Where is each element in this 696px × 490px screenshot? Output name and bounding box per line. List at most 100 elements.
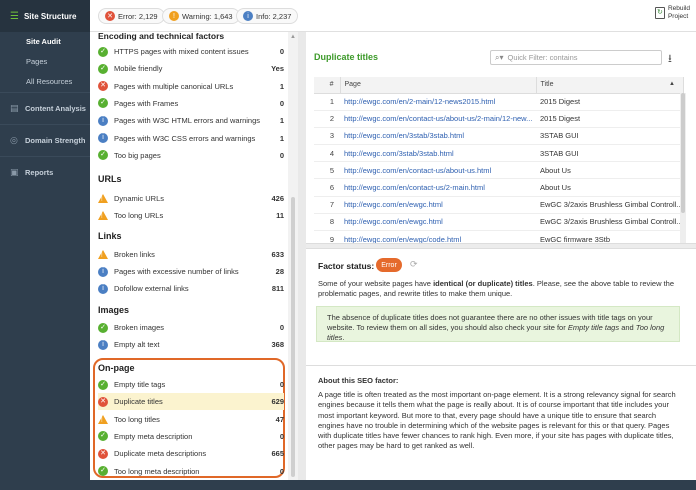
factor-label: Too long titles (114, 414, 160, 424)
factor-row[interactable]: ✓ Pages with Frames 0 (98, 95, 284, 112)
status-badge: Error (376, 258, 402, 272)
factor-count: 426 (271, 194, 284, 203)
factor-count: 0 (279, 47, 284, 56)
scrollbar-thumb[interactable] (291, 197, 295, 477)
factor-count: 665 (271, 449, 284, 459)
site-structure-icon: ☰ (10, 10, 19, 22)
row-number-cell: 8 (314, 213, 340, 232)
column-header-number[interactable]: # (314, 77, 341, 94)
sidebar-item-site-structure[interactable]: ☰ Site Structure (0, 0, 90, 32)
table-scrollbar[interactable] (680, 93, 686, 243)
page-url-cell[interactable]: http://ewgc.com/en/contact-us/about-us.h… (340, 161, 536, 180)
error-count-badge[interactable]: ✕ Error: 2,129 (98, 8, 165, 24)
factor-row[interactable]: ! Broken links 633 (98, 246, 284, 263)
page-url-cell[interactable]: http://ewgc.com/en/2-main/12-news2015.ht… (340, 93, 536, 111)
factor-row[interactable]: i Pages with excessive number of links 28 (98, 263, 284, 280)
download-icon[interactable]: ⭳ (668, 50, 672, 69)
factor-row[interactable]: ✓ Broken images 0 (98, 319, 284, 336)
table-row[interactable]: 4 http://ewgc.com/3stab/3stab.html 3STAB G… (314, 144, 684, 163)
rebuild-icon: ↻ (654, 7, 665, 19)
horizontal-splitter[interactable] (306, 243, 696, 249)
scroll-up-arrow-icon[interactable]: ▲ (290, 34, 296, 40)
table-row[interactable]: 2 http://ewgc.com/en/contact-us/about-us/… (314, 110, 684, 128)
factor-label: Empty meta description (114, 431, 193, 441)
factor-row[interactable]: i Pages with W3C CSS errors and warnings 1 (98, 130, 284, 147)
page-url-cell[interactable]: http://ewgc.com/en/ewgc.html (340, 196, 536, 214)
quick-filter-input[interactable]: ⌕▾ Quick Filter: contains (490, 50, 662, 65)
factor-row[interactable]: ✕ Duplicate titles 629 (98, 393, 284, 411)
table-header-row: # Page Title ▲ (314, 77, 684, 94)
factor-row[interactable]: ✓ Empty title tags 0 (98, 376, 284, 393)
factor-row[interactable]: i Empty alt text 368 (98, 336, 284, 353)
sidebar-item-all-resources[interactable]: All Resources (0, 72, 90, 92)
factor-label: Too long URLs (114, 211, 164, 220)
sidebar-item-reports[interactable]: ▣ Reports (0, 156, 90, 188)
rebuild-project-button[interactable]: ↻ Rebuild Project (654, 5, 690, 21)
page-url-cell[interactable]: http://ewgc.com/en/ewgc.html (340, 213, 536, 232)
factor-count: 0 (279, 431, 284, 441)
about-factor-heading: About this SEO factor: (318, 376, 399, 385)
column-header-title[interactable]: Title ▲ (536, 77, 684, 94)
column-header-title-label: Title (540, 81, 554, 89)
page-title-cell: 3STAB GUI (536, 144, 684, 163)
top-bar: ✕ Error: 2,129 ! Warning: 1,643 i Info: … (90, 0, 696, 32)
factor-row[interactable]: ! Dynamic URLs 426 (98, 190, 284, 207)
row-number-cell: 2 (314, 110, 340, 128)
page-url-cell[interactable]: http://ewgc.com/en/contact-us/about-us/2… (340, 110, 536, 128)
table-row[interactable]: 5 http://ewgc.com/en/contact-us/about-us.… (314, 161, 684, 180)
page-url-cell[interactable]: http://ewgc.com/3stab/3stab.html (340, 144, 536, 163)
page-url-cell[interactable]: http://ewgc.com/en/3stab/3stab.html (340, 127, 536, 146)
row-number-cell: 6 (314, 178, 340, 197)
sidebar-item-domain-strength[interactable]: ◎ Domain Strength (0, 124, 90, 156)
factor-row[interactable]: ! Too long URLs 11 (98, 207, 284, 224)
sidebar-section-label: Content Analysis (25, 104, 86, 113)
factor-list-scrollbar[interactable]: ▲ (288, 32, 298, 480)
duplicate-titles-table: # Page Title ▲ 1 http://ewgc.com/en/2-mai… (314, 77, 684, 249)
factor-label: HTTPS pages with mixed content issues (114, 47, 249, 56)
factor-label: Pages with W3C CSS errors and warnings (114, 133, 256, 143)
table-row[interactable]: 8 http://ewgc.com/en/ewgc.html EwGC 3/2axi… (314, 213, 684, 232)
column-header-page[interactable]: Page (340, 77, 537, 94)
factor-row[interactable]: i Dofollow external links 811 (98, 280, 284, 297)
factor-count: 0 (279, 466, 284, 476)
sidebar-item-site-audit[interactable]: Site Audit (0, 32, 90, 52)
sidebar-item-content-analysis[interactable]: ▤ Content Analysis (0, 92, 90, 124)
sidebar-header-label: Site Structure (23, 11, 77, 21)
factor-row[interactable]: ✓ Too big pages 0 (98, 147, 284, 164)
sidebar-item-pages[interactable]: Pages (0, 52, 90, 72)
sidebar-section-label: Domain Strength (25, 136, 86, 145)
factor-status-description: Some of your website pages have identica… (318, 279, 678, 299)
section-heading-encoding: Encoding and technical factors (98, 32, 225, 41)
table-row[interactable]: 7 http://ewgc.com/en/ewgc.html EwGC 3/2axi… (314, 196, 684, 214)
check-icon: ✓ (98, 46, 108, 57)
factor-count: 0 (279, 323, 284, 332)
table-row[interactable]: 1 http://ewgc.com/en/2-main/12-news2015.h… (314, 93, 684, 111)
warning-count-badge[interactable]: ! Warning: 1,643 (162, 8, 240, 24)
page-title: Duplicate titles (314, 52, 379, 62)
factor-row[interactable]: ✕ Pages with multiple canonical URLs 1 (98, 78, 284, 95)
table-row[interactable]: 3 http://ewgc.com/en/3stab/3stab.html 3STA… (314, 127, 684, 146)
table-row[interactable]: 6 http://ewgc.com/en/contact-us/2-main.ht… (314, 178, 684, 197)
factor-row[interactable]: ✓ Too long meta description 0 (98, 463, 284, 480)
quick-filter-placeholder: Quick Filter: contains (507, 53, 578, 62)
check-icon: ✓ (98, 150, 108, 161)
check-icon: ✓ (98, 466, 108, 476)
notice-text: and (619, 323, 636, 332)
factor-row[interactable]: i Pages with W3C HTML errors and warnings… (98, 112, 284, 129)
factor-row[interactable]: ✓ HTTPS pages with mixed content issues 0 (98, 43, 284, 60)
factor-row[interactable]: ✓ Empty meta description 0 (98, 428, 284, 445)
rebuild-label-line2: Project (667, 13, 689, 20)
table-scrollbar-thumb[interactable] (681, 93, 685, 213)
notice-link-empty-title-tags: Empty title tags (567, 323, 620, 332)
factor-row[interactable]: ✕ Duplicate meta descriptions 665 (98, 445, 284, 462)
info-count-badge[interactable]: i Info: 2,237 (236, 8, 299, 24)
factor-row[interactable]: ✓ Mobile friendly Yes (98, 60, 284, 77)
warning-icon: ! (98, 194, 108, 203)
section-heading-urls: URLs (98, 174, 122, 184)
section-heading-links: Links (98, 231, 122, 241)
rebuild-label-line1: Rebuild (667, 5, 690, 12)
factor-row[interactable]: ! Too long titles 47 (98, 411, 284, 428)
refresh-icon[interactable]: ⟳ (410, 259, 418, 270)
panel-divider[interactable] (298, 32, 306, 480)
page-url-cell[interactable]: http://ewgc.com/en/contact-us/2-main.htm… (340, 178, 536, 197)
